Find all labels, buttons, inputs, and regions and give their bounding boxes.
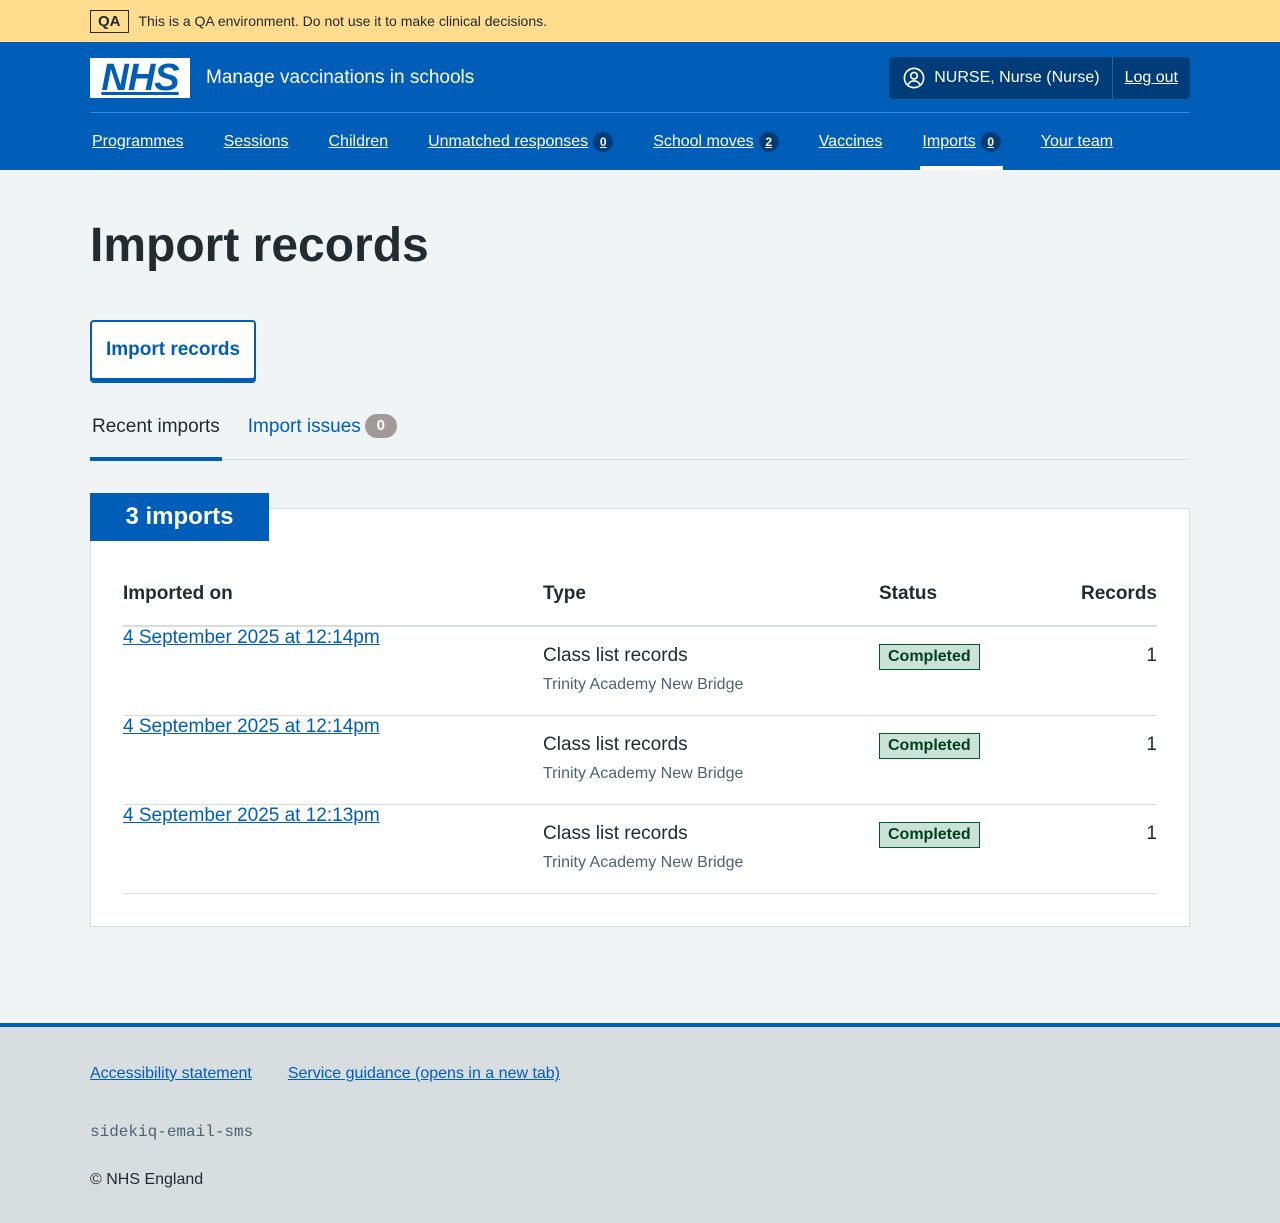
nav-label: Children (328, 133, 389, 150)
nav-label: Sessions (223, 133, 289, 150)
copyright: © NHS England (90, 1171, 204, 1188)
tab-label: Recent imports (92, 416, 220, 437)
nav-count-badge: 0 (980, 132, 1001, 152)
records-count: 1 (1146, 734, 1157, 755)
table-row: 4 September 2025 at 12:14pm Class list r… (123, 716, 1157, 805)
environment-label: sidekiq-email-sms (90, 1123, 254, 1141)
page-title: Import records (90, 219, 429, 272)
footer-links: Accessibility statement Service guidance… (90, 1065, 596, 1083)
import-school: Trinity Academy New Bridge (543, 676, 744, 693)
import-date-link[interactable]: 4 September 2025 at 12:14pm (123, 627, 380, 648)
header-imported-on: Imported on (123, 583, 233, 604)
status-cell: Completed (879, 733, 980, 759)
nav-item-children[interactable]: Children (327, 114, 391, 170)
status-badge: Completed (879, 733, 980, 759)
nav-label: Imports (922, 133, 976, 150)
header-records: Records (1080, 583, 1157, 604)
nav-item-programmes[interactable]: Programmes (90, 114, 186, 170)
nav-label: Programmes (92, 133, 184, 150)
footer-link-service-guidance[interactable]: Service guidance (opens in a new tab) (288, 1065, 560, 1083)
import-school: Trinity Academy New Bridge (543, 854, 744, 871)
import-school: Trinity Academy New Bridge (543, 765, 744, 782)
tab-import-issues[interactable]: Import issues 0 (246, 414, 399, 460)
nav-item-unmatched-responses[interactable]: Unmatched responses 0 (426, 114, 615, 170)
qa-tag: QA (90, 9, 129, 33)
nav-item-vaccines[interactable]: Vaccines (817, 114, 885, 170)
footer-link-accessibility[interactable]: Accessibility statement (90, 1065, 252, 1083)
header-type: Type (543, 583, 586, 604)
user-icon (903, 67, 925, 89)
status-cell: Completed (879, 822, 980, 848)
nav-count-badge: 2 (758, 132, 779, 152)
account-user-name: NURSE, Nurse (Nurse) (934, 69, 1100, 86)
import-date-link[interactable]: 4 September 2025 at 12:14pm (123, 716, 380, 737)
qa-banner: QA This is a QA environment. Do not use … (0, 0, 1280, 42)
nav-item-your-team[interactable]: Your team (1039, 114, 1115, 170)
table-header: Imported on Type Status Records (123, 579, 1157, 627)
nav-item-imports[interactable]: Imports 0 (920, 114, 1004, 170)
import-date-link[interactable]: 4 September 2025 at 12:13pm (123, 805, 380, 826)
main-content: Import records Import records Recent imp… (0, 170, 1280, 1023)
table-row: 4 September 2025 at 12:14pm Class list r… (123, 627, 1157, 716)
tab-recent-imports[interactable]: Recent imports (90, 416, 222, 461)
nav-count-badge: 0 (593, 132, 614, 152)
status-badge: Completed (879, 644, 980, 670)
imports-card: Imported on Type Status Records 4 Septem… (90, 508, 1190, 927)
records-count: 1 (1146, 823, 1157, 844)
header: NHS Manage vaccinations in schools NURSE… (0, 42, 1280, 170)
import-type: Class list records (543, 823, 688, 844)
records-count: 1 (1146, 645, 1157, 666)
nhs-logo-text: NHS (101, 57, 179, 99)
nav-item-school-moves[interactable]: School moves 2 (651, 114, 781, 170)
tab-label: Import issues (247, 416, 361, 437)
tab-count-badge: 0 (364, 414, 397, 438)
nav-label: Your team (1040, 133, 1114, 150)
nav-label: School moves (653, 133, 754, 150)
import-type: Class list records (543, 645, 688, 666)
import-type: Class list records (543, 734, 688, 755)
account-menu: NURSE, Nurse (Nurse) Log out (889, 57, 1190, 99)
account-user: NURSE, Nurse (Nurse) (889, 57, 1113, 99)
status-cell: Completed (879, 644, 980, 670)
header-top: NHS Manage vaccinations in schools NURSE… (90, 42, 1190, 113)
primary-nav: Programmes Sessions Children Unmatched r… (90, 114, 1151, 170)
footer: Accessibility statement Service guidance… (0, 1023, 1280, 1223)
qa-message: This is a QA environment. Do not use it … (138, 13, 548, 29)
nhs-logo[interactable]: NHS (90, 58, 190, 98)
tabs: Recent imports Import issues 0 (90, 414, 1190, 461)
header-status: Status (879, 583, 938, 604)
nav-item-sessions[interactable]: Sessions (222, 114, 291, 170)
import-records-button[interactable]: Import records (90, 320, 256, 380)
nav-label: Unmatched responses (428, 133, 589, 150)
nav-label: Vaccines (818, 133, 883, 150)
card-heading: 3 imports (90, 493, 269, 541)
logout-link[interactable]: Log out (1113, 69, 1190, 87)
imports-table: Imported on Type Status Records 4 Septem… (123, 579, 1157, 894)
status-badge: Completed (879, 822, 980, 848)
service-name[interactable]: Manage vaccinations in schools (206, 67, 474, 89)
table-row: 4 September 2025 at 12:13pm Class list r… (123, 805, 1157, 894)
